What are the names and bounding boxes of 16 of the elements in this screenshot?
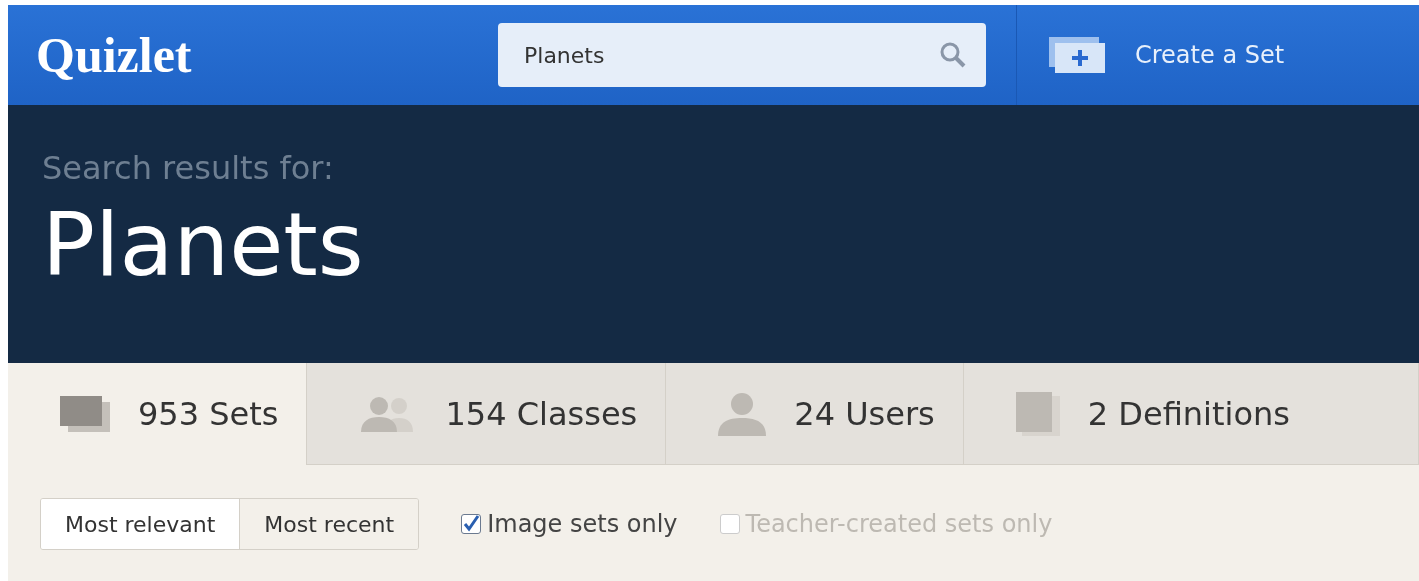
sort-button[interactable]: Most relevant — [41, 499, 240, 549]
add-folder-icon — [1049, 37, 1105, 73]
logo[interactable]: Quizlet — [36, 26, 498, 84]
checkbox-label[interactable]: Image sets only — [487, 510, 678, 538]
results-tab[interactable]: 2 Definitions — [963, 363, 1419, 465]
person-icon — [718, 391, 767, 436]
book-icon — [1015, 391, 1060, 436]
checkbox[interactable] — [461, 514, 482, 534]
sort-button[interactable]: Most recent — [239, 499, 419, 549]
results-tab[interactable]: 24 Users — [666, 363, 964, 465]
cards-icon — [60, 396, 110, 432]
results-tab[interactable]: 154 Classes — [307, 363, 667, 465]
search-field[interactable]: Planets — [498, 23, 986, 87]
banner-subtitle: Search results for: — [42, 149, 335, 187]
search-icon[interactable] — [940, 42, 966, 68]
banner-title: Planets — [42, 201, 365, 289]
